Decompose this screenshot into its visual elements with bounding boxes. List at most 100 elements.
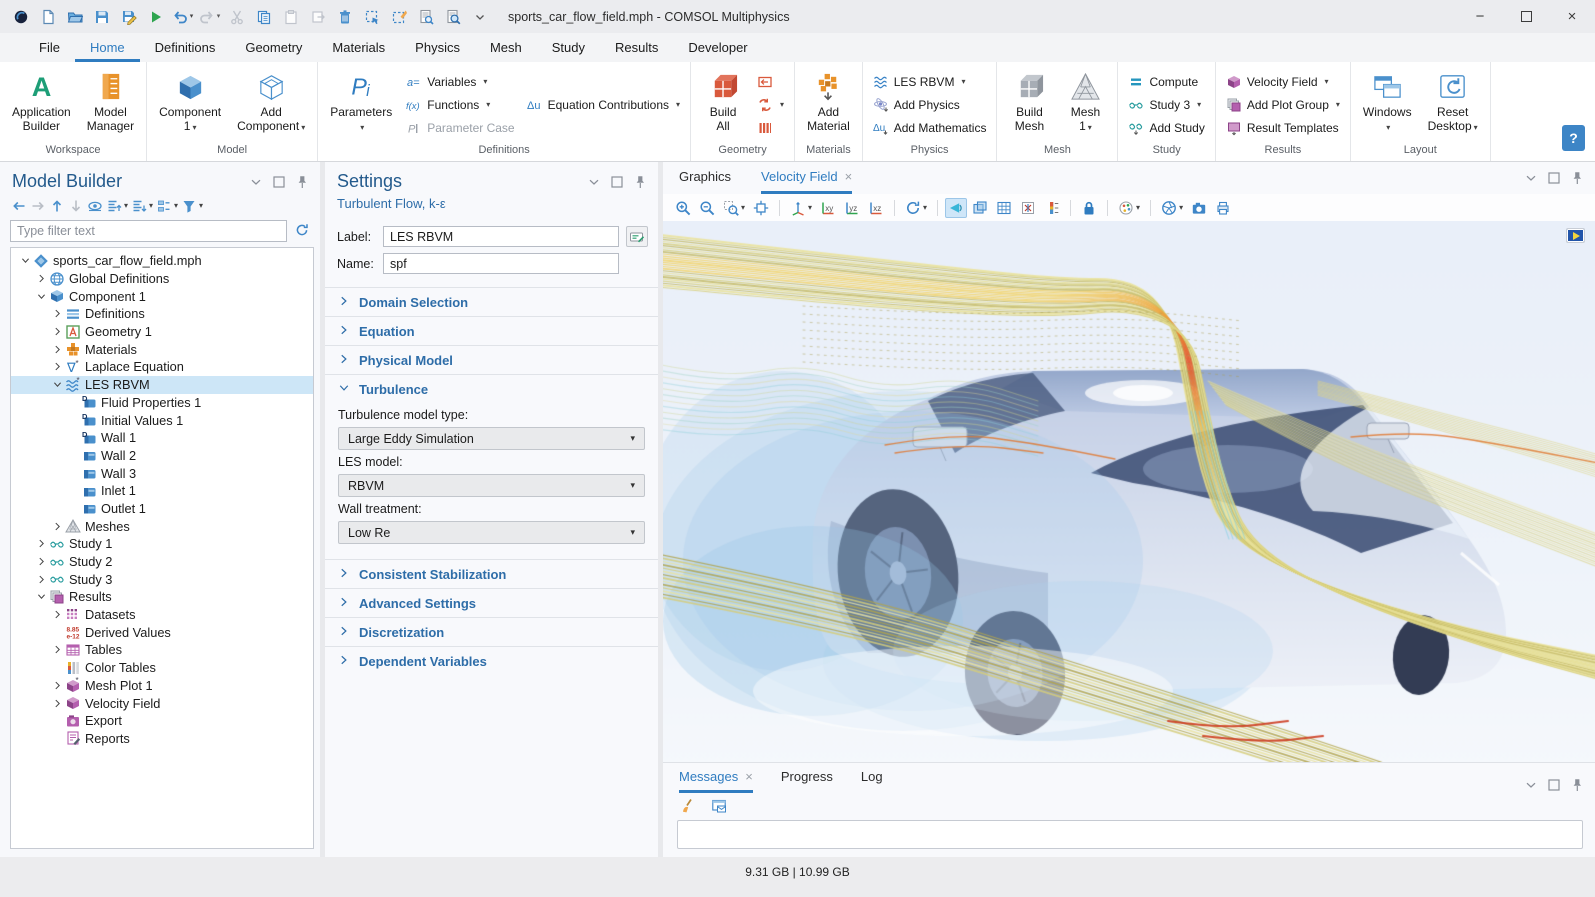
dropdown-les-model[interactable]: RBVM▾	[338, 474, 645, 497]
panel-float-icon[interactable]	[1546, 777, 1562, 793]
les-rbvm-button[interactable]: LES RBVM▾	[868, 71, 992, 93]
collapse-twisty-icon[interactable]	[19, 255, 31, 266]
tree-item-derived-values[interactable]: 8.85e-12Derived Values	[11, 623, 313, 641]
plot-window-icon[interactable]	[1566, 228, 1585, 243]
collapse-all-button[interactable]: ▾	[130, 197, 154, 215]
3d-viewport[interactable]	[663, 221, 1595, 762]
geometry-import-button[interactable]	[752, 71, 789, 93]
tree-item-wall-2[interactable]: Wall 2	[11, 447, 313, 465]
tree-item-component-1[interactable]: Component 1	[11, 287, 313, 305]
tree-item-fluid-properties-1[interactable]: DFluid Properties 1	[11, 394, 313, 412]
view-xy-button[interactable]: xy	[817, 198, 839, 218]
palette-button[interactable]: ▾	[1115, 198, 1143, 218]
axis-orientation-button[interactable]	[1017, 198, 1039, 218]
qat-more-button[interactable]	[467, 5, 492, 29]
expand-section-icon[interactable]	[338, 596, 350, 611]
expand-section-icon[interactable]	[338, 353, 350, 368]
expand-section-icon[interactable]	[338, 625, 350, 640]
color-legend-button[interactable]	[1041, 198, 1063, 218]
scene-light-button[interactable]	[945, 198, 967, 218]
minimize-button[interactable]: −	[1457, 0, 1503, 33]
tree-item-datasets[interactable]: Datasets	[11, 606, 313, 624]
menu-tab-mesh[interactable]: Mesh	[475, 33, 537, 62]
view-3d-button[interactable]: ▾	[787, 198, 815, 218]
functions-button[interactable]: f(x)Functions▾	[401, 94, 519, 116]
tree-item-definitions[interactable]: Definitions	[11, 305, 313, 323]
tree-item-geometry-1[interactable]: Geometry 1	[11, 323, 313, 341]
cut-button[interactable]	[224, 5, 249, 29]
mail-window-button[interactable]	[708, 796, 730, 816]
view-xz-button[interactable]: xz	[865, 198, 887, 218]
study-3-button[interactable]: Study 3▾	[1123, 94, 1209, 116]
menu-tab-definitions[interactable]: Definitions	[140, 33, 231, 62]
menu-tab-file[interactable]: File	[24, 33, 75, 62]
tree-item-wall-1[interactable]: DWall 1	[11, 429, 313, 447]
parameters-button[interactable]: PᵢParameters▾	[323, 65, 399, 144]
expand-all-button[interactable]: ▾	[105, 197, 129, 215]
tab-close-icon[interactable]: ×	[845, 172, 853, 182]
find-zoom-button[interactable]	[440, 5, 465, 29]
panel-pin-icon[interactable]	[1569, 777, 1585, 793]
windows-button[interactable]: Windows▾	[1356, 65, 1419, 144]
mesh-1-button[interactable]: Mesh1▾	[1058, 65, 1112, 144]
tree-item-sports-car-flow-field-mph[interactable]: sports_car_flow_field.mph	[11, 252, 313, 270]
tab-progress[interactable]: Progress	[781, 769, 833, 793]
add-study-button[interactable]: Add Study	[1123, 117, 1209, 139]
expand-section-icon[interactable]	[338, 654, 350, 669]
tab-messages[interactable]: Messages×	[679, 769, 753, 793]
expand-twisty-icon[interactable]	[51, 680, 63, 691]
panel-pin-icon[interactable]	[632, 174, 648, 190]
clear-broom-button[interactable]	[677, 796, 699, 816]
label-input[interactable]	[383, 226, 619, 247]
expand-section-icon[interactable]	[338, 567, 350, 582]
tree-item-mesh-plot-1[interactable]: *Mesh Plot 1	[11, 677, 313, 695]
refresh-icon[interactable]	[294, 222, 310, 241]
panel-menu-icon[interactable]	[1523, 777, 1539, 793]
component-1-button[interactable]: Component1▾	[152, 65, 228, 144]
collapse-twisty-icon[interactable]	[35, 591, 47, 602]
expand-twisty-icon[interactable]	[35, 273, 47, 284]
section-header-turbulence[interactable]: Turbulence	[325, 375, 658, 403]
delete-button[interactable]	[332, 5, 357, 29]
expand-twisty-icon[interactable]	[35, 538, 47, 549]
name-input[interactable]	[383, 253, 619, 274]
tree-item-study-1[interactable]: Study 1	[11, 535, 313, 553]
tree-item-inlet-1[interactable]: Inlet 1	[11, 482, 313, 500]
filter-input[interactable]	[10, 220, 287, 242]
panel-menu-icon[interactable]	[1523, 170, 1539, 186]
tree-item-study-3[interactable]: Study 3	[11, 570, 313, 588]
select-region-button[interactable]	[359, 5, 384, 29]
clear-region-button[interactable]	[386, 5, 411, 29]
geometry-array-button[interactable]	[752, 117, 789, 139]
filter-button[interactable]: ▾	[180, 197, 204, 215]
tab-graphics[interactable]: Graphics	[679, 169, 731, 194]
tab-velocity-field[interactable]: Velocity Field×	[761, 169, 852, 194]
section-header-domain-selection[interactable]: Domain Selection	[325, 288, 658, 316]
open-file-button[interactable]	[62, 5, 87, 29]
transparency-button[interactable]	[969, 198, 991, 218]
rotate-button[interactable]: ▾	[902, 198, 930, 218]
rename-icon[interactable]	[626, 226, 648, 247]
tree-item-les-rbvm[interactable]: *LES RBVM	[11, 376, 313, 394]
print-button[interactable]	[1212, 198, 1234, 218]
expand-twisty-icon[interactable]	[35, 574, 47, 585]
add-physics-button[interactable]: Add Physics	[868, 94, 992, 116]
section-header-equation[interactable]: Equation	[325, 317, 658, 345]
expand-twisty-icon[interactable]	[51, 521, 63, 532]
move-up-button[interactable]	[48, 197, 66, 215]
tab-log[interactable]: Log	[861, 769, 883, 793]
build-all-button[interactable]: BuildAll	[696, 65, 750, 144]
dropdown-turbulence-model-type[interactable]: Large Eddy Simulation▾	[338, 427, 645, 450]
tree-item-velocity-field[interactable]: Velocity Field	[11, 694, 313, 712]
expand-twisty-icon[interactable]	[51, 698, 63, 709]
tree-item-global-definitions[interactable]: Global Definitions	[11, 270, 313, 288]
collapse-section-icon[interactable]	[338, 382, 350, 397]
panel-float-icon[interactable]	[1546, 170, 1562, 186]
equation-contributions-button[interactable]: ΔuEquation Contributions▾	[522, 94, 685, 116]
maximize-button[interactable]	[1503, 0, 1549, 33]
panel-menu-icon[interactable]	[248, 174, 264, 190]
expand-section-icon[interactable]	[338, 295, 350, 310]
panel-pin-icon[interactable]	[1569, 170, 1585, 186]
add-component-button[interactable]: AddComponent▾	[230, 65, 312, 144]
tree-item-initial-values-1[interactable]: DInitial Values 1	[11, 411, 313, 429]
